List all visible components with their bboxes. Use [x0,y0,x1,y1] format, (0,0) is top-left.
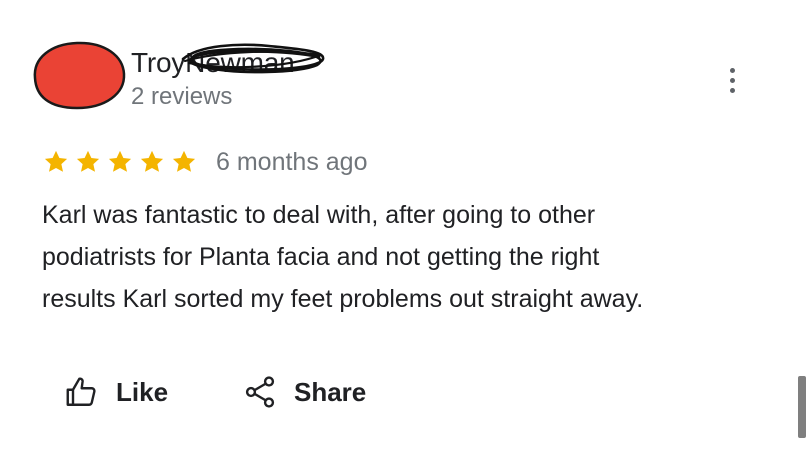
star-icon [172,150,196,172]
star-icon [108,150,132,172]
review-card: TroyNewman 2 reviews 6 months ago Karl w… [0,0,806,452]
review-timestamp: 6 months ago [216,147,368,176]
more-options-button[interactable] [720,64,744,96]
reviewer-first-name: Troy [131,47,186,78]
star-icon [140,150,164,172]
reviewer-name[interactable]: TroyNewman [131,43,325,79]
like-label: Like [116,376,169,407]
avatar[interactable] [27,38,127,110]
review-text-line: results Karl sorted my feet problems out… [42,285,644,313]
rating-row: 6 months ago [42,146,368,178]
star-icon [76,150,100,172]
reviewer-surname-redacted: Newman [181,43,325,79]
share-label: Share [294,376,367,407]
thumb-up-icon [66,377,96,406]
review-text-line: Karl was fantastic to deal with, after g… [42,201,596,229]
star-icon [44,150,68,172]
review-count[interactable]: 2 reviews [131,83,232,111]
review-text-line: podiatrists for Planta facia and not get… [42,243,600,271]
more-vertical-icon-dot [729,87,735,93]
share-icon [245,376,275,408]
share-button[interactable]: Share [242,370,366,414]
more-vertical-icon [729,67,735,73]
like-button[interactable]: Like [64,370,168,414]
review-text: Karl was fantastic to deal with, after g… [42,194,762,320]
scrollbar-thumb[interactable] [798,376,806,438]
more-vertical-icon-dot [729,77,735,83]
star-rating [42,148,198,176]
